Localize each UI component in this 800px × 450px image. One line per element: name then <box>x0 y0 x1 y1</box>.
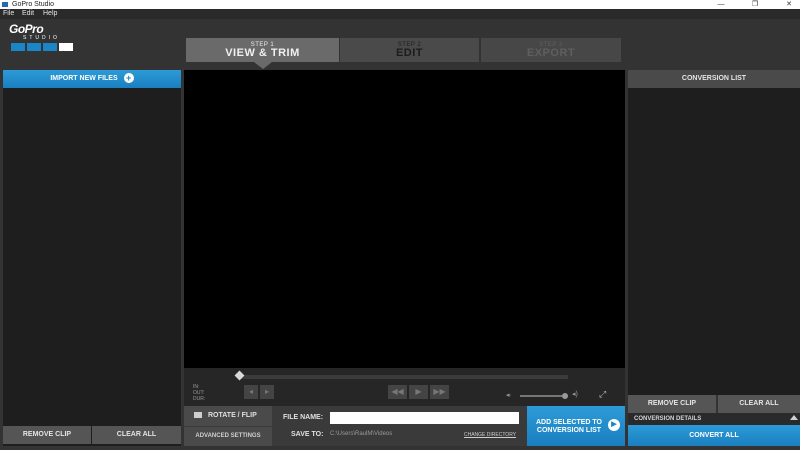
mark-in-button[interactable]: ◂ <box>244 385 258 399</box>
conversion-list-header: CONVERSION LIST <box>628 70 800 88</box>
in-out-duration-labels: IN: OUT: DUR: <box>193 384 205 402</box>
arrow-right-icon: ▶ <box>608 419 620 431</box>
step-label: EDIT <box>395 47 424 59</box>
window-title: GoPro Studio <box>12 1 55 8</box>
caret-up-icon <box>790 415 798 420</box>
player-controls: IN: OUT: DUR: ◂ ▸ ◀◀ ▶ ▶▶ ◂· ◂) ⤢ <box>184 368 625 406</box>
menu-bar: File Edit Help <box>0 9 800 19</box>
step-forward-icon[interactable]: ▶▶ <box>430 385 449 399</box>
import-file-list[interactable]: IMPORT NEW FILES + <box>3 70 181 446</box>
play-icon[interactable]: ▶ <box>409 385 428 399</box>
logo-studio-text: STUDIO <box>23 35 60 41</box>
tab-step-edit[interactable]: STEP 2 EDIT <box>340 38 479 62</box>
plus-icon: + <box>123 73 134 84</box>
title-bar: GoPro Studio — ❐ ✕ <box>0 0 800 9</box>
tab-step-export[interactable]: STEP 3 EXPORT <box>481 38 621 62</box>
conversion-list[interactable] <box>628 88 800 395</box>
convert-all-button[interactable]: CONVERT ALL <box>628 425 800 446</box>
remove-clip-button-left[interactable]: REMOVE CLIP <box>3 426 91 444</box>
timeline-scrubber[interactable] <box>238 375 568 379</box>
advanced-settings-button[interactable]: ADVANCED SETTINGS <box>184 427 272 446</box>
minimize-button[interactable]: — <box>710 0 732 9</box>
video-preview[interactable] <box>184 70 625 368</box>
menu-help[interactable]: Help <box>43 9 57 19</box>
step-label: EXPORT <box>526 47 576 59</box>
file-name-label: FILE NAME: <box>283 414 324 421</box>
app-icon <box>2 2 8 7</box>
clear-all-button-left[interactable]: CLEAR ALL <box>92 426 181 444</box>
dur-label: DUR: <box>193 396 206 402</box>
active-step-pointer <box>254 62 272 69</box>
rotate-flip-label: ROTATE / FLIP <box>208 412 257 419</box>
conversion-details-toggle[interactable]: CONVERSION DETAILS <box>628 413 800 425</box>
logo-square-2 <box>27 43 41 51</box>
step-back-icon[interactable]: ◀◀ <box>388 385 407 399</box>
tab-step-view-trim[interactable]: STEP 1 VIEW & TRIM <box>186 38 339 62</box>
mark-out-button[interactable]: ▸ <box>260 385 274 399</box>
clear-all-button-right[interactable]: CLEAR ALL <box>718 395 800 413</box>
logo-square-1 <box>11 43 25 51</box>
rotate-flip-icon <box>194 412 202 419</box>
conversion-details-label: CONVERSION DETAILS <box>634 416 702 422</box>
menu-edit[interactable]: Edit <box>22 9 34 19</box>
gopro-studio-window: GoPro Studio — ❐ ✕ File Edit Help GoPro … <box>0 0 800 450</box>
add-selected-to-conversion-list-button[interactable]: ADD SELECTED TO CONVERSION LIST ▶ <box>527 406 625 446</box>
logo-square-3 <box>43 43 57 51</box>
add-selected-line-2: CONVERSION LIST <box>536 427 602 434</box>
volume-high-icon: ◂) <box>572 391 578 398</box>
gopro-studio-logo: GoPro STUDIO <box>9 22 79 54</box>
volume-low-icon: ◂· <box>506 392 512 399</box>
save-to-label: SAVE TO: <box>291 431 324 438</box>
remove-clip-button-right[interactable]: REMOVE CLIP <box>628 395 716 413</box>
volume-slider[interactable] <box>520 395 562 397</box>
change-directory-link[interactable]: CHANGE DIRECTORY <box>464 432 516 438</box>
output-settings-bar: ROTATE / FLIP ADVANCED SETTINGS FILE NAM… <box>184 406 625 446</box>
fullscreen-icon[interactable]: ⤢ <box>599 389 606 400</box>
volume-knob[interactable] <box>562 393 568 399</box>
save-path-text: C:\Users\RaulM\Videos <box>330 431 393 437</box>
rotate-flip-button[interactable]: ROTATE / FLIP <box>184 406 272 426</box>
logo-wordmark: GoPro <box>9 22 44 36</box>
import-label: IMPORT NEW FILES <box>50 75 118 82</box>
step-label: VIEW & TRIM <box>225 47 300 59</box>
menu-file[interactable]: File <box>3 9 14 19</box>
maximize-button[interactable]: ❐ <box>744 0 766 9</box>
add-selected-line-1: ADD SELECTED TO <box>536 419 602 426</box>
logo-square-4 <box>59 43 73 51</box>
file-name-input[interactable] <box>330 412 519 424</box>
close-button[interactable]: ✕ <box>778 0 800 9</box>
import-new-files-button[interactable]: IMPORT NEW FILES + <box>3 70 181 88</box>
